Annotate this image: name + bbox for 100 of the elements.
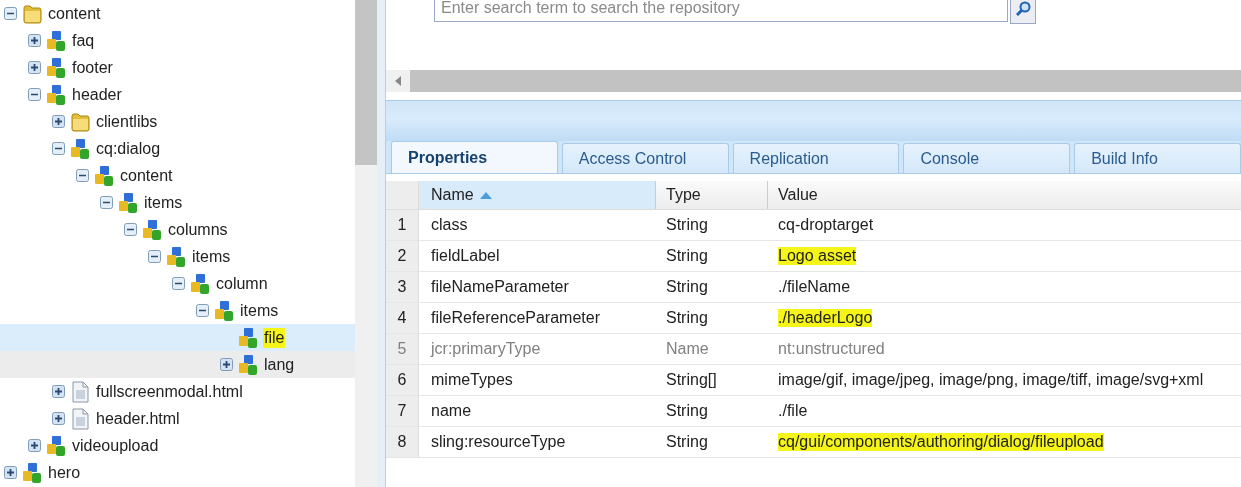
tree-item[interactable]: column — [0, 270, 355, 297]
tree-item[interactable]: lang — [0, 351, 355, 378]
tree-label: faq — [71, 30, 96, 51]
table-cell-text: Name — [665, 339, 710, 359]
collapse-icon[interactable] — [148, 250, 161, 263]
tree-label: footer — [71, 57, 114, 78]
tree-item[interactable]: content — [0, 162, 355, 189]
tree-item[interactable]: footer — [0, 54, 355, 81]
collapse-icon[interactable] — [124, 223, 137, 236]
table-cell: image/gif, image/jpeg, image/png, image/tiff, image/svg+xml — [778, 371, 1204, 389]
tree-item[interactable]: columns — [0, 216, 355, 243]
table-cell-text: String[] — [665, 370, 718, 390]
tree-item[interactable]: header.html — [0, 405, 355, 432]
table-cell-text: String — [665, 308, 709, 328]
row-number: 7 — [386, 396, 419, 426]
table-cell: cq/gui/components/authoring/dialog/fileupload — [778, 433, 1104, 451]
tree-label: column — [215, 273, 269, 294]
tree-item[interactable]: hero — [0, 459, 355, 486]
table-cell-text: fileNameParameter — [430, 277, 570, 297]
tab[interactable]: Console — [903, 143, 1071, 173]
tree-label: header.html — [95, 408, 181, 429]
row-number: 6 — [386, 365, 419, 395]
table-cell-text: fileReferenceParameter — [430, 308, 601, 328]
table-cell-text: sling:resourceType — [430, 432, 567, 452]
tree-label: clientlibs — [95, 111, 159, 132]
table-cell: ./headerLogo — [778, 309, 873, 327]
tree-label: header — [71, 84, 123, 105]
sort-ascending-icon — [479, 191, 492, 199]
row-number: 1 — [386, 210, 419, 240]
tree-label: fullscreenmodal.html — [95, 381, 244, 402]
collapse-icon[interactable] — [28, 88, 41, 101]
tree-item[interactable]: fullscreenmodal.html — [0, 378, 355, 405]
row-number: 2 — [386, 241, 419, 271]
expand-icon[interactable] — [52, 412, 65, 425]
row-number: 8 — [386, 427, 419, 457]
expand-icon[interactable] — [52, 115, 65, 128]
table-cell-text: fieldLabel — [430, 246, 501, 266]
expand-icon[interactable] — [28, 34, 41, 47]
expand-icon[interactable] — [28, 439, 41, 452]
expand-icon[interactable] — [52, 385, 65, 398]
collapse-icon[interactable] — [52, 142, 65, 155]
table-cell-text: String — [665, 215, 709, 235]
expand-icon[interactable] — [28, 61, 41, 74]
tree-item[interactable]: items — [0, 189, 355, 216]
tree-label: content — [119, 165, 174, 186]
tree-label: items — [239, 300, 280, 321]
table-cell-text: jcr:primaryType — [429, 339, 542, 359]
horizontal-scrollbar[interactable] — [386, 70, 1241, 92]
tree-item[interactable]: header — [0, 81, 355, 108]
tree-label: file — [263, 327, 286, 348]
column-header[interactable]: Type — [656, 181, 768, 209]
left-arrow-icon[interactable] — [394, 76, 402, 86]
search-field[interactable]: Enter search term to search the repository — [434, 0, 1008, 22]
search-icon — [1015, 1, 1031, 17]
tree-label: cq:dialog — [95, 138, 162, 159]
collapse-icon[interactable] — [172, 277, 185, 290]
tab[interactable]: Build Info — [1074, 143, 1241, 173]
tree-label: hero — [47, 462, 82, 483]
expand-icon[interactable] — [220, 358, 233, 371]
tree-item[interactable]: items — [0, 297, 355, 324]
collapse-icon[interactable] — [100, 196, 113, 209]
tree-label: videoupload — [71, 435, 160, 456]
table-cell: ./file — [778, 402, 808, 420]
tree-label: items — [191, 246, 232, 267]
tree-item[interactable]: items — [0, 243, 355, 270]
table-cell-text: class — [430, 215, 469, 235]
table-cell: ./fileName — [778, 278, 851, 296]
tab[interactable]: Properties — [391, 141, 558, 173]
tree-item[interactable]: faq — [0, 27, 355, 54]
tree-item[interactable]: clientlibs — [0, 108, 355, 135]
row-number: 5 — [386, 334, 419, 364]
tree-item[interactable]: content — [0, 0, 355, 27]
tree-label: lang — [263, 354, 296, 375]
scrollbar-thumb[interactable] — [355, 0, 377, 165]
tree-label: columns — [167, 219, 229, 240]
tree-label: content — [47, 3, 102, 24]
search-button[interactable] — [1010, 0, 1036, 24]
tab[interactable]: Access Control — [561, 143, 729, 173]
table-cell-text: String — [665, 246, 709, 266]
tree-label: items — [143, 192, 184, 213]
row-number: 3 — [386, 272, 419, 302]
row-number: 4 — [386, 303, 419, 333]
table-cell-text: String — [665, 277, 709, 297]
table-cell-text: name — [430, 401, 473, 421]
tree-item[interactable]: cq:dialog — [0, 135, 355, 162]
tree-item[interactable]: file — [0, 324, 355, 351]
tree-item[interactable]: videoupload — [0, 432, 355, 459]
column-header[interactable]: Value — [768, 181, 1241, 209]
table-cell: cq-droptarget — [778, 216, 874, 234]
column-header[interactable]: Name — [419, 181, 656, 209]
tab[interactable]: Replication — [732, 143, 900, 173]
table-cell-text: String — [665, 432, 709, 452]
table-cell-text: mimeTypes — [430, 370, 514, 390]
expand-icon[interactable] — [4, 466, 17, 479]
collapse-icon[interactable] — [196, 304, 209, 317]
collapse-icon[interactable] — [76, 169, 89, 182]
collapse-icon[interactable] — [4, 7, 17, 20]
table-cell-text: String — [665, 401, 709, 421]
table-cell: Logo asset — [778, 247, 857, 265]
table-cell: nt:unstructured — [778, 340, 885, 358]
